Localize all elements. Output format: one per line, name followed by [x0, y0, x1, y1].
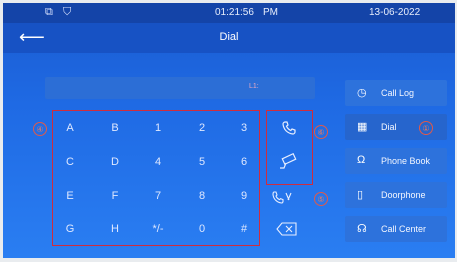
status-time: 01:21:56 [215, 7, 254, 18]
header: ⟵ Dial [3, 23, 455, 53]
shield-icon: ⛉ [63, 6, 72, 18]
window-icon: ⧉ [45, 6, 53, 18]
camera-icon[interactable] [273, 149, 303, 175]
sidebar-item-label: Call Log [381, 88, 415, 98]
headset-icon: ☊ [357, 223, 367, 235]
contacts-icon: Ω [357, 154, 366, 166]
screen: ⧉ ⛉ 01:21:56 PM 13-06-2022 ⟵ Dial L1: ④ … [3, 3, 455, 258]
dial-marker: ① [419, 121, 433, 135]
key-7[interactable]: 7 [139, 182, 177, 210]
backspace-icon[interactable] [273, 219, 301, 239]
key-c[interactable]: C [51, 148, 89, 176]
key-3[interactable]: 3 [225, 114, 263, 142]
dial-number-field[interactable]: L1: [45, 77, 315, 99]
key-star-dash[interactable]: */- [139, 215, 177, 243]
phone-icon[interactable] [276, 116, 302, 140]
transfer-marker: ⑤ [314, 192, 328, 206]
key-9[interactable]: 9 [225, 182, 263, 210]
key-6[interactable]: 6 [225, 148, 263, 176]
sidebar-item-call-log[interactable]: ◷ Call Log [345, 80, 447, 106]
keypad: A B 1 2 3 C D 4 5 6 E F 7 8 9 G H */- 0 … [52, 110, 260, 246]
call-marker: ⑥ [314, 125, 328, 139]
key-1[interactable]: 1 [139, 114, 177, 142]
key-0[interactable]: 0 [183, 215, 221, 243]
call-transfer-icon[interactable] [269, 188, 297, 208]
key-hash[interactable]: # [225, 215, 263, 243]
sidebar-item-label: Dial [381, 122, 397, 132]
keypad-marker: ④ [33, 122, 47, 136]
sidebar-item-doorphone[interactable]: ▯ Doorphone [345, 182, 447, 208]
key-h[interactable]: H [96, 215, 134, 243]
key-g[interactable]: G [51, 215, 89, 243]
doorphone-icon: ▯ [357, 189, 364, 201]
status-bar: ⧉ ⛉ 01:21:56 PM 13-06-2022 [3, 3, 455, 23]
sidebar-item-label: Call Center [381, 224, 427, 234]
sidebar-item-dial[interactable]: ▦ Dial ① [345, 114, 447, 140]
key-e[interactable]: E [51, 182, 89, 210]
sidebar-item-phone-book[interactable]: Ω Phone Book [345, 148, 447, 174]
clock-icon: ◷ [357, 87, 367, 99]
keypad-icon: ▦ [357, 121, 368, 133]
key-a[interactable]: A [51, 114, 89, 142]
key-f[interactable]: F [96, 182, 134, 210]
status-ampm: PM [263, 7, 278, 18]
key-4[interactable]: 4 [139, 148, 177, 176]
sidebar-item-label: Phone Book [381, 156, 431, 166]
key-2[interactable]: 2 [183, 114, 221, 142]
line-label: L1: [249, 83, 259, 90]
sidebar-item-call-center[interactable]: ☊ Call Center [345, 216, 447, 242]
key-8[interactable]: 8 [183, 182, 221, 210]
page-title: Dial [219, 31, 239, 43]
key-5[interactable]: 5 [183, 148, 221, 176]
key-b[interactable]: B [96, 114, 134, 142]
sidebar-item-label: Doorphone [381, 190, 426, 200]
status-date: 13-06-2022 [369, 7, 421, 18]
key-d[interactable]: D [96, 148, 134, 176]
